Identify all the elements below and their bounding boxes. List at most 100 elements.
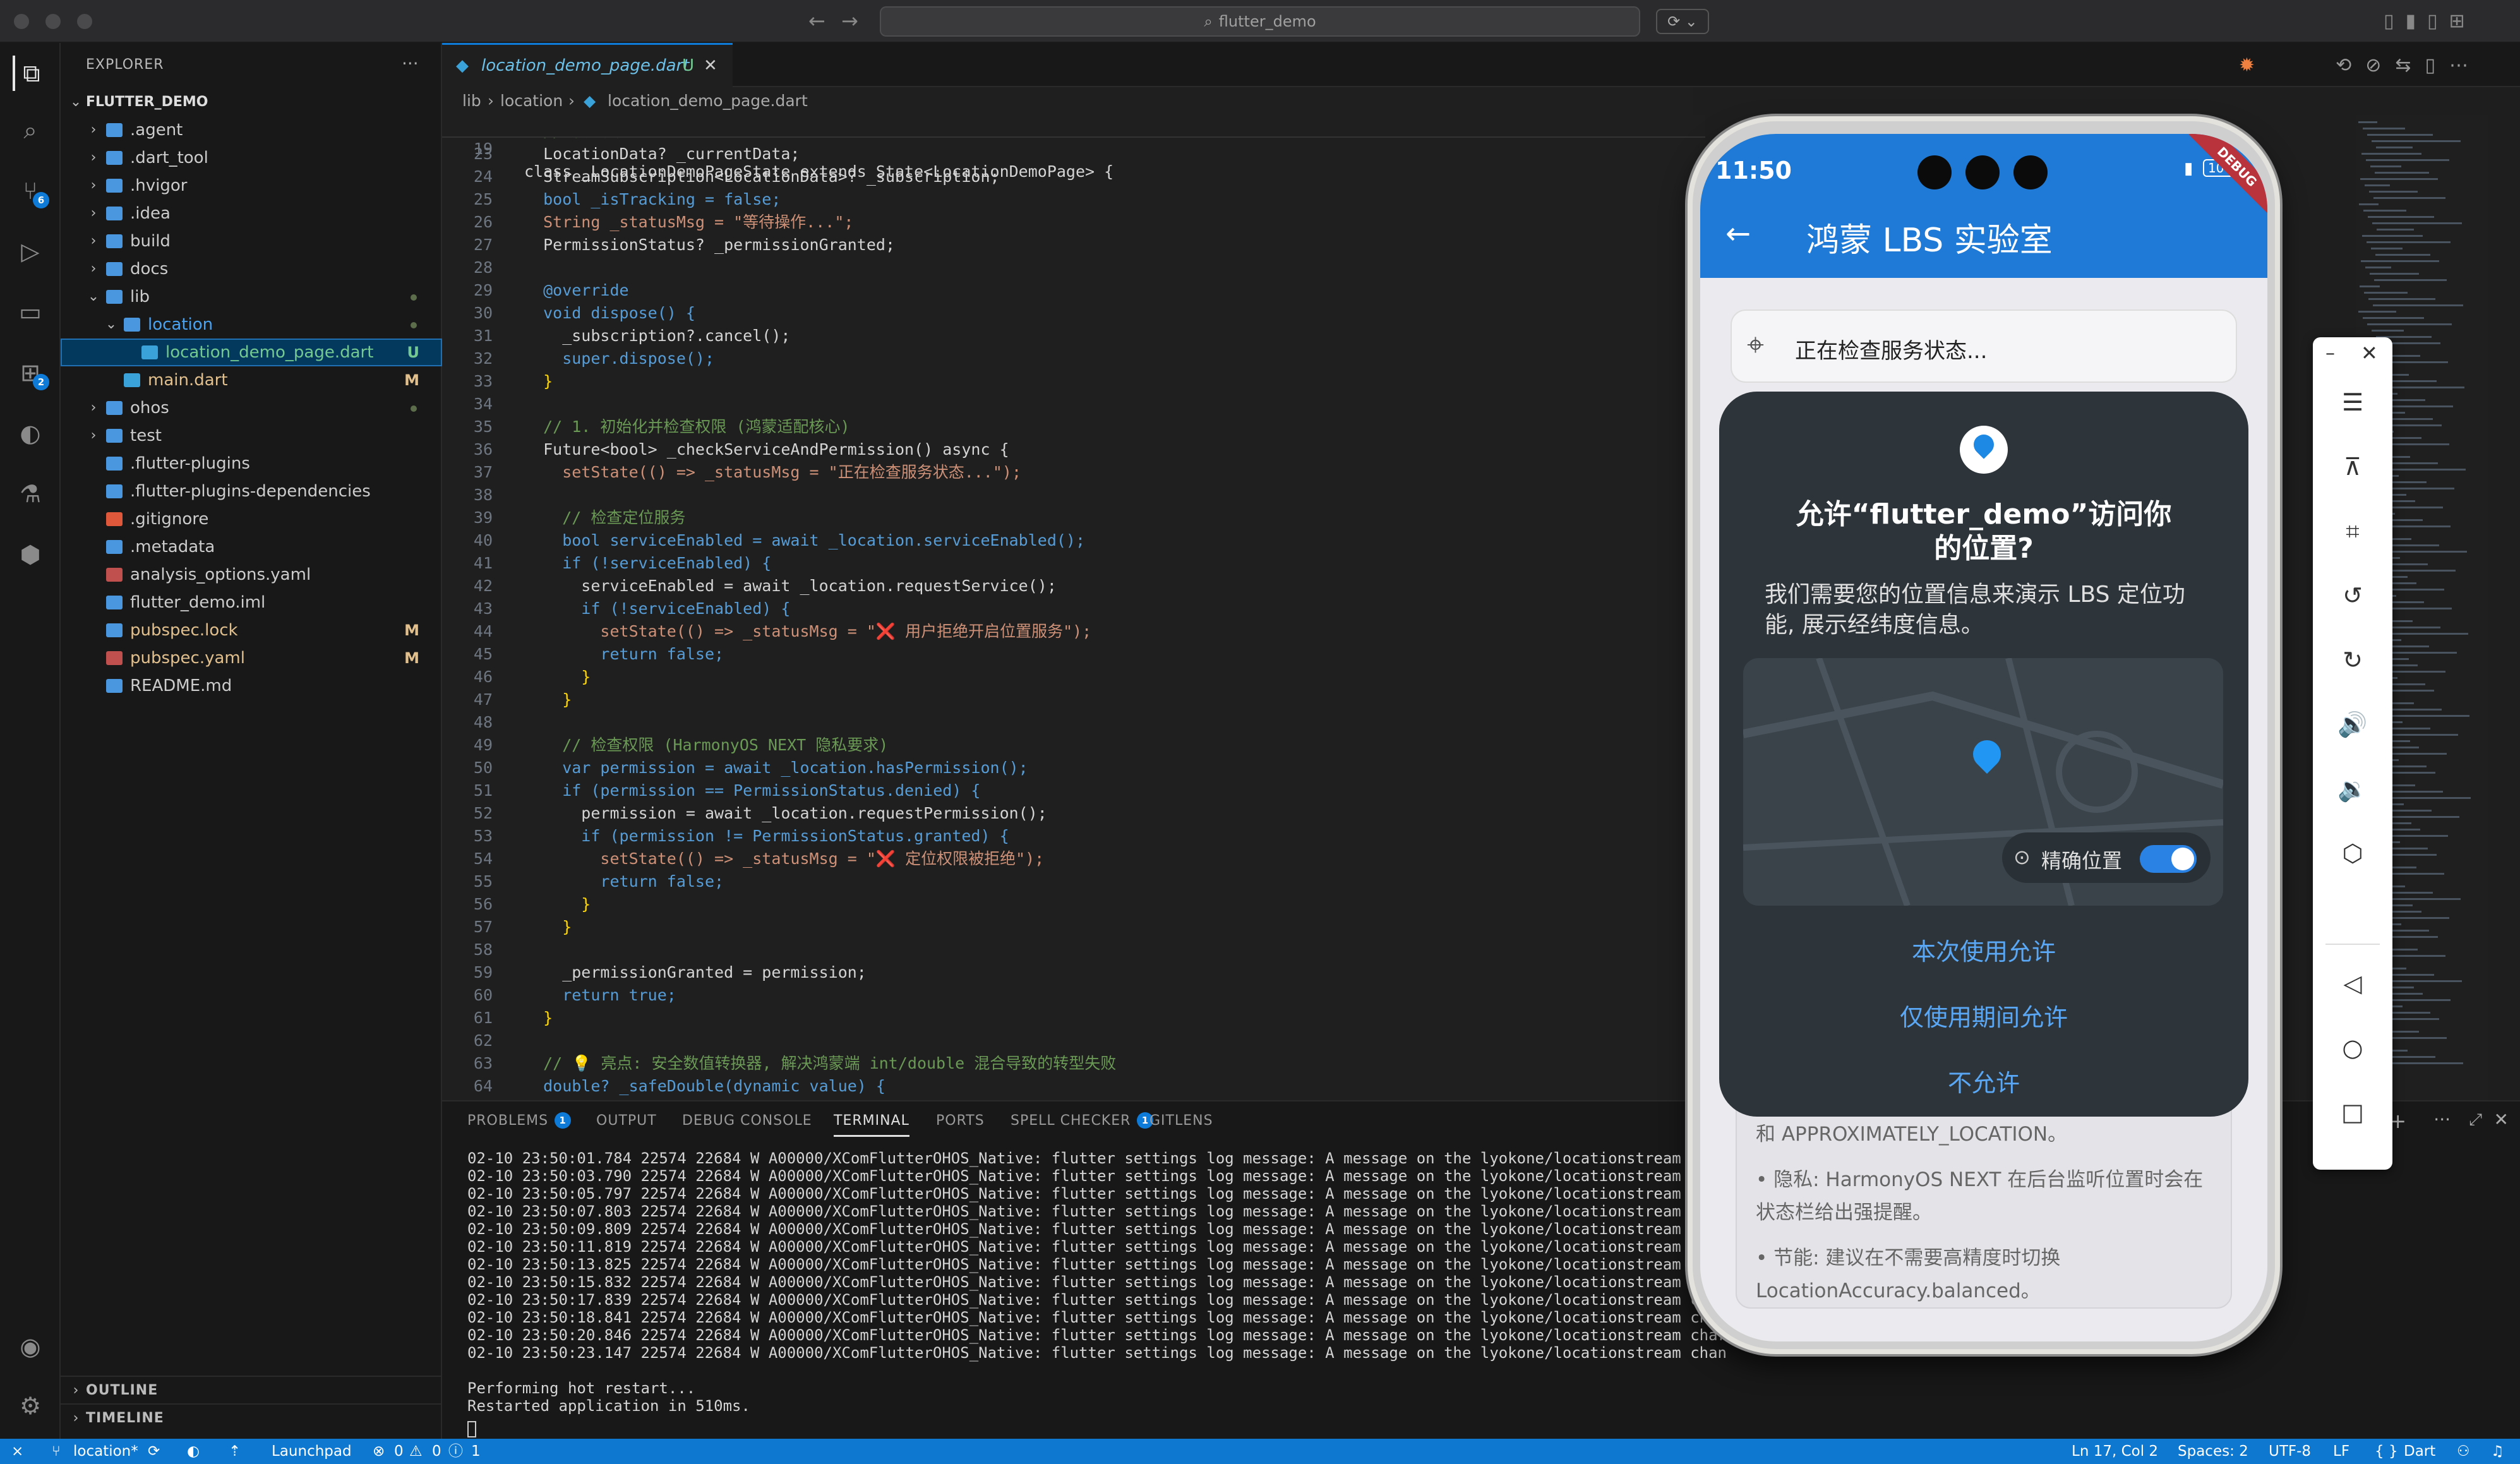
tree-item[interactable]: ⌄ lib (61, 283, 442, 311)
eol[interactable]: LF (2333, 1439, 2349, 1464)
tree-item[interactable]: .gitignore (61, 505, 442, 533)
tree-item[interactable]: › .dart_tool (61, 144, 442, 172)
copilot-button[interactable]: ⟳ ⌄ (1656, 9, 1709, 34)
warning-count[interactable]: 0 (432, 1439, 441, 1464)
tree-item[interactable]: ⌄ location (61, 311, 442, 339)
code-line[interactable]: 25 bool _isTracking = false; (442, 188, 1705, 211)
source-control-icon[interactable]: ⑂ 6 (13, 173, 49, 208)
code-line[interactable]: 55 return false; (442, 870, 1705, 893)
code-line[interactable]: 52 permission = await _location.requestP… (442, 802, 1705, 825)
chevron-right-icon[interactable]: › (86, 394, 101, 422)
allow-once-button[interactable]: 本次使用允许 (1719, 932, 2248, 967)
close-tab-icon[interactable]: ✕ (704, 45, 717, 87)
breadcrumb-lib[interactable]: lib (462, 87, 481, 115)
home-nav-icon[interactable]: ○ (2334, 1029, 2371, 1066)
close-icon[interactable]: ✕ (2361, 341, 2378, 365)
testing-icon[interactable]: ⚗ (13, 476, 48, 512)
volume-up-icon[interactable]: 🔊 (2334, 706, 2371, 743)
code-line[interactable]: 32 super.dispose(); (442, 347, 1705, 370)
volume-down-icon[interactable]: 🔉 (2334, 771, 2371, 807)
pin-off-icon[interactable]: ⊼ (2334, 448, 2371, 485)
forward-arrow-icon[interactable]: → (841, 9, 858, 33)
tree-item[interactable]: › .idea (61, 200, 442, 227)
run-debug-icon[interactable]: ▷ (13, 234, 48, 269)
code-line[interactable]: 59 _permissionGranted = permission; (442, 961, 1705, 984)
tree-item[interactable]: location_demo_page.dart U (61, 339, 442, 366)
close-window-button[interactable] (14, 14, 29, 29)
code-line[interactable]: 47 } (442, 688, 1705, 711)
panel-tab[interactable]: GITLENS (1149, 1113, 1213, 1129)
code-line[interactable]: 61 } (442, 1007, 1705, 1029)
precise-location-toggle-row[interactable]: ⊙ 精确位置 (2002, 832, 2211, 883)
tree-item[interactable]: › ohos (61, 394, 442, 422)
tree-item[interactable]: flutter_demo.iml (61, 589, 442, 616)
menu-icon[interactable]: ☰ (2334, 384, 2371, 421)
code-line[interactable]: 29 @override (442, 279, 1705, 302)
recents-nav-icon[interactable]: □ (2334, 1094, 2371, 1131)
code-line[interactable]: 40 bool serviceEnabled = await _location… (442, 529, 1705, 552)
code-line[interactable]: 36 Future<bool> _checkServiceAndPermissi… (442, 438, 1705, 461)
more-actions-icon[interactable]: ··· (402, 53, 419, 74)
sticky-scroll-line[interactable]: 19 class _LocationDemoPageState extends … (442, 115, 1705, 181)
code-line[interactable]: 35 // 1. 初始化并检查权限 (鸿蒙适配核心) (442, 416, 1705, 438)
code-line[interactable]: 53 if (permission != PermissionStatus.gr… (442, 825, 1705, 848)
tree-item[interactable]: › docs (61, 255, 442, 283)
panel-tab[interactable]: SPELL CHECKER 1 (1011, 1112, 1154, 1130)
code-line[interactable]: 57 } (442, 916, 1705, 939)
code-line[interactable]: 49 // 检查权限 (HarmonyOS NEXT 隐私要求) (442, 734, 1705, 757)
code-line[interactable]: 42 serviceEnabled = await _location.requ… (442, 575, 1705, 597)
chevron-right-icon[interactable]: › (86, 172, 101, 200)
code-line[interactable]: 28 (442, 256, 1705, 279)
gitlens-status-icon[interactable]: ◐ (187, 1439, 200, 1464)
chevron-right-icon[interactable]: › (86, 200, 101, 227)
flutter-icon[interactable]: ✹ (2239, 54, 2255, 76)
account-icon[interactable]: ◉ (13, 1329, 48, 1364)
code-line[interactable]: 37 setState(() => _statusMsg = "正在检查服务状态… (442, 461, 1705, 484)
code-line[interactable]: 64 double? _safeDouble(dynamic value) { (442, 1075, 1705, 1098)
tree-root[interactable]: ⌄ FLUTTER_DEMO (61, 88, 442, 116)
chevron-right-icon[interactable]: › (86, 227, 101, 255)
copilot-status-icon[interactable]: ⚇ (2457, 1439, 2470, 1464)
close-panel-icon[interactable]: ✕ (2494, 1109, 2509, 1130)
code-line[interactable]: 51 if (permission == PermissionStatus.de… (442, 779, 1705, 802)
error-count[interactable]: 0 (394, 1439, 404, 1464)
indentation[interactable]: Spaces: 2 (2178, 1439, 2248, 1464)
tab-location-demo-page[interactable]: ◆ location_demo_page.dart U ✕ (442, 43, 733, 87)
language-mode[interactable]: Dart (2404, 1439, 2435, 1464)
minimize-window-button[interactable] (45, 14, 61, 29)
back-nav-icon[interactable]: ◁ (2334, 965, 2371, 1002)
panel-tab[interactable]: DEBUG CONSOLE (682, 1113, 812, 1129)
panel-tab[interactable]: PORTS (936, 1113, 985, 1129)
tree-item[interactable]: .metadata (61, 533, 442, 561)
tree-item[interactable]: › build (61, 227, 442, 255)
chevron-down-icon[interactable]: ⌄ (86, 283, 101, 311)
sync-icon[interactable]: ⟳ (148, 1439, 160, 1464)
code-line[interactable]: 63 // 💡 亮点: 安全数值转换器, 解决鸿蒙端 int/double 混合… (442, 1052, 1705, 1075)
code-line[interactable]: 41 if (!serviceEnabled) { (442, 552, 1705, 575)
chevron-right-icon[interactable]: › (86, 255, 101, 283)
tree-item[interactable]: analysis_options.yaml (61, 561, 442, 589)
code-line[interactable]: 27 PermissionStatus? _permissionGranted; (442, 234, 1705, 256)
tree-item[interactable]: › .agent (61, 116, 442, 144)
rotate-left-icon[interactable]: ↺ (2334, 577, 2371, 614)
tree-item[interactable]: .flutter-plugins-dependencies (61, 477, 442, 505)
tree-item[interactable]: main.dart M (61, 366, 442, 394)
code-line[interactable]: 60 return true; (442, 984, 1705, 1007)
tree-item[interactable]: README.md (61, 672, 442, 700)
code-line[interactable]: 30 void dispose() { (442, 302, 1705, 325)
notifications-icon[interactable]: ♫ (2491, 1439, 2504, 1464)
containers-icon[interactable]: ⬢ (13, 537, 48, 572)
panel-tab[interactable]: TERMINAL (834, 1113, 909, 1137)
chevron-down-icon[interactable]: ⌄ (104, 311, 119, 339)
code-editor[interactable]: 22 // 状态变量23 LocationData? _currentData;… (442, 115, 1705, 1100)
editor-actions[interactable]: ⟲⊘⇆▯⋯ (2336, 54, 2482, 76)
layout-controls[interactable]: ▯▮▯⊞ (2384, 10, 2476, 32)
deny-button[interactable]: 不允许 (1719, 1064, 2248, 1098)
code-line[interactable]: 58 (442, 939, 1705, 961)
tree-item[interactable]: pubspec.yaml M (61, 644, 442, 672)
launchpad-label[interactable]: Launchpad (272, 1439, 352, 1464)
code-line[interactable]: 48 (442, 711, 1705, 734)
code-line[interactable]: 31 _subscription?.cancel(); (442, 325, 1705, 347)
phone-screen[interactable]: 11:50 ▮ 100 DEBUG ← 鸿蒙 LBS 实验室 ⌖ 正在检查服务状… (1700, 134, 2267, 1341)
code-line[interactable]: 56 } (442, 893, 1705, 916)
